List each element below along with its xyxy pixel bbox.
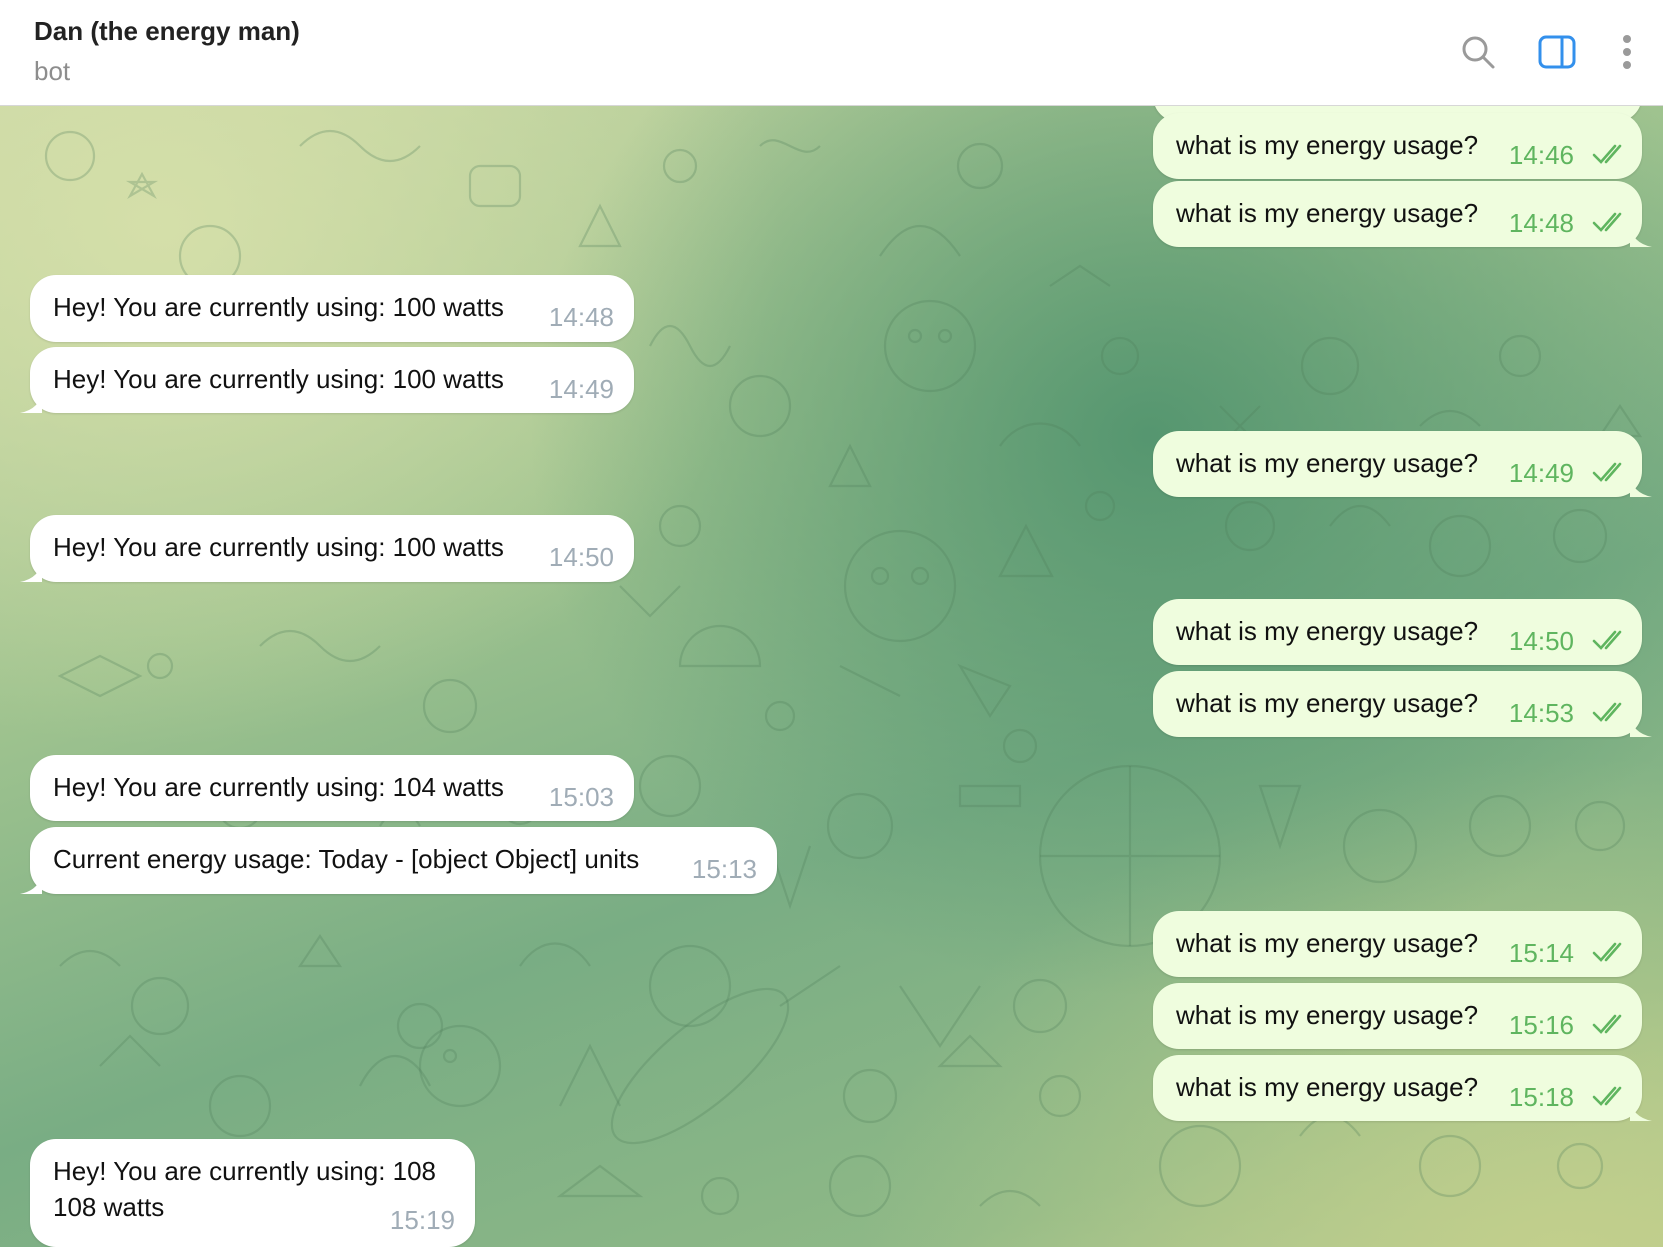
outgoing-message[interactable]: what is my energy usage? 15:16 (1153, 983, 1642, 1049)
sidebar-toggle-icon[interactable] (1535, 30, 1579, 74)
double-check-icon (1592, 462, 1622, 482)
outgoing-message[interactable]: what is my energy usage? 15:18 (1153, 1055, 1642, 1121)
message-text: what is my energy usage? (1176, 130, 1479, 160)
outgoing-message[interactable]: what is my energy usage? 14:53 (1153, 671, 1642, 737)
message-time: 15:03 (548, 782, 614, 812)
bubble-tail (1630, 715, 1652, 737)
more-vertical-icon[interactable] (1605, 30, 1649, 74)
message-time: 14:53 (1508, 698, 1574, 728)
bubble-tail (1630, 475, 1652, 497)
bubble-tail (20, 872, 42, 894)
message-text: Hey! You are currently using: 100 watts (53, 364, 504, 394)
incoming-message[interactable]: Hey! You are currently using: 100 watts … (30, 347, 634, 413)
message-time: 14:48 (1508, 208, 1574, 238)
message-text: what is my energy usage? (1176, 1000, 1479, 1030)
outgoing-message[interactable]: what is my energy usage? 14:50 (1153, 599, 1642, 665)
message-text: what is my energy usage? (1176, 616, 1479, 646)
message-time: 14:50 (1508, 626, 1574, 656)
double-check-icon (1592, 1086, 1622, 1106)
double-check-icon (1592, 144, 1622, 164)
message-time: 14:46 (1508, 140, 1574, 170)
bubble-tail (20, 560, 42, 582)
bubble-tail (1630, 1099, 1652, 1121)
chat-title[interactable]: Dan (the energy man) (34, 16, 300, 47)
search-icon[interactable] (1456, 30, 1500, 74)
message-text: what is my energy usage? (1176, 198, 1479, 228)
double-check-icon (1592, 630, 1622, 650)
chat-messages-area[interactable]: what is my energy usage? 14:46 what is m… (0, 106, 1663, 1247)
outgoing-message[interactable]: what is my energy usage? 14:49 (1153, 431, 1642, 497)
message-text: what is my energy usage? (1176, 1072, 1479, 1102)
message-text: what is my energy usage? (1176, 688, 1479, 718)
message-text-line-1: Hey! You are currently using: 108 (53, 1156, 437, 1186)
outgoing-message[interactable]: what is my energy usage? 15:14 (1153, 911, 1642, 977)
message-text: Hey! You are currently using: 104 watts (53, 772, 504, 802)
double-check-icon (1592, 702, 1622, 722)
incoming-message[interactable]: Hey! You are currently using: 104 watts … (30, 755, 634, 821)
outgoing-message[interactable]: what is my energy usage? 14:46 (1153, 113, 1642, 179)
incoming-message[interactable]: Hey! You are currently using: 100 watts … (30, 275, 634, 342)
chat-header: Dan (the energy man) bot (0, 0, 1663, 106)
chat-status: bot (34, 56, 71, 86)
message-text: what is my energy usage? (1176, 448, 1479, 478)
incoming-message[interactable]: Current energy usage: Today - [object Ob… (30, 827, 777, 894)
message-time: 15:14 (1508, 938, 1574, 968)
message-time: 14:49 (548, 374, 614, 404)
message-time: 14:50 (548, 542, 614, 572)
message-time: 15:13 (691, 854, 757, 884)
message-time: 15:18 (1508, 1082, 1574, 1112)
bubble-tail (1630, 225, 1652, 247)
incoming-message[interactable]: Hey! You are currently using: 100 watts … (30, 515, 634, 582)
message-time: 15:19 (389, 1205, 455, 1235)
bubble-tail (20, 391, 42, 413)
message-time: 14:48 (548, 302, 614, 332)
message-text: Hey! You are currently using: 100 watts (53, 532, 504, 562)
message-text: what is my energy usage? (1176, 928, 1479, 958)
message-text: Hey! You are currently using: 100 watts (53, 292, 504, 322)
double-check-icon (1592, 942, 1622, 962)
message-time: 15:16 (1508, 1010, 1574, 1040)
outgoing-message[interactable]: what is my energy usage? 14:48 (1153, 181, 1642, 247)
incoming-message[interactable]: Hey! You are currently using: 108 108 wa… (30, 1139, 475, 1247)
message-text-line-2: 108 watts (53, 1192, 165, 1222)
double-check-icon (1592, 212, 1622, 232)
message-text: Current energy usage: Today - [object Ob… (53, 844, 640, 874)
message-time: 14:49 (1508, 458, 1574, 488)
double-check-icon (1592, 1014, 1622, 1034)
